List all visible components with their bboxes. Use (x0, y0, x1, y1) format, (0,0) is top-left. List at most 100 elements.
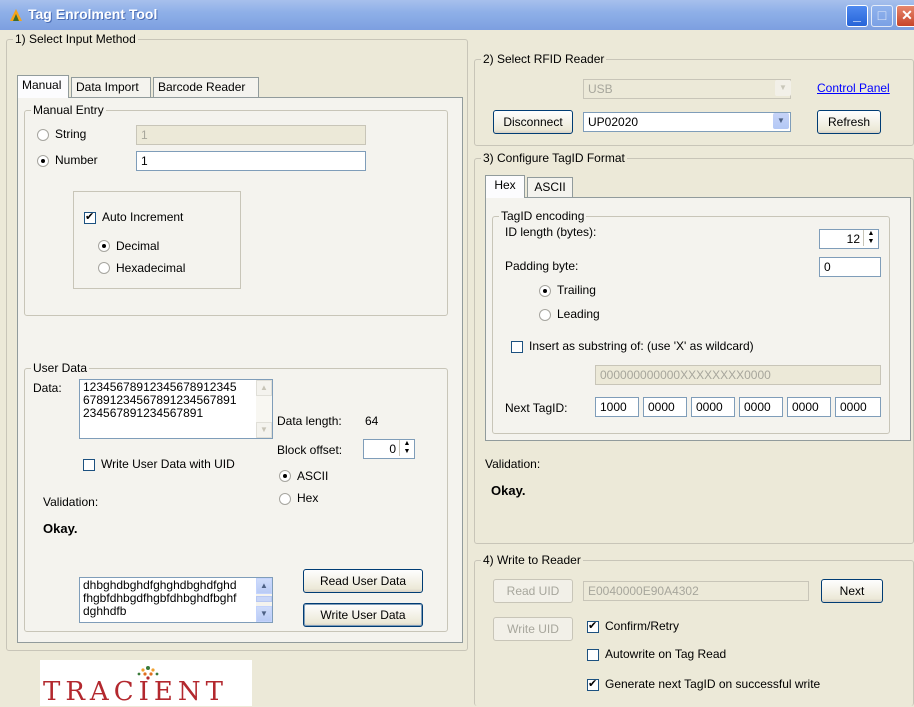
control-panel-link[interactable]: Control Panel (817, 81, 890, 95)
main-window: Tag Enrolment Tool _ □ ✕ 1) Select Input… (0, 0, 914, 707)
input-method-tabs: Manual Data Import Barcode Reader (17, 75, 457, 98)
auto-increment-checkbox[interactable] (84, 210, 96, 224)
number-label: Number (55, 153, 98, 167)
connection-type-select[interactable]: USB (583, 79, 791, 99)
decimal-radio[interactable] (98, 240, 110, 252)
string-label: String (55, 127, 87, 141)
user-data-textarea[interactable]: 12345678912345678912345 6789123456789123… (79, 379, 273, 439)
reader-select[interactable]: UP02020 (583, 112, 791, 132)
group-title: 2) Select RFID Reader (481, 52, 607, 66)
maximize-button[interactable]: □ (871, 5, 893, 27)
hex-label: Hex (297, 491, 319, 505)
autowrite-checkbox[interactable] (587, 649, 599, 661)
hexadecimal-radio[interactable] (98, 262, 110, 274)
next-button[interactable]: Next (821, 579, 883, 603)
manual-entry-group: Manual Entry String 1 Number 1 Auto Incr… (24, 103, 448, 316)
generate-next-checkbox[interactable] (587, 677, 599, 691)
id-length-label: ID length (bytes): (505, 225, 597, 239)
logo-text: TRACIENT (43, 677, 228, 707)
uid-display: E0040000E90A4302 (583, 581, 809, 601)
next-tagid-field[interactable]: 0000 (739, 397, 783, 417)
tab-barcode-reader[interactable]: Barcode Reader (153, 77, 259, 97)
tagid-encoding-group: TagID encoding ID length (bytes): 12 ▲ ▼ … (492, 209, 890, 434)
close-button[interactable]: ✕ (896, 5, 914, 27)
ascii-label: ASCII (297, 469, 329, 483)
minimize-icon: _ (853, 7, 861, 23)
chevron-down-icon[interactable]: ▼ (775, 80, 791, 96)
scroll-down-icon[interactable]: ▼ (256, 422, 272, 438)
padding-byte-label: Padding byte: (505, 259, 579, 273)
read-line: dghhdfb (83, 604, 127, 618)
substring-template-input[interactable]: 000000000000XXXXXXXX0000 (595, 365, 881, 385)
read-data-scrollbar[interactable]: ▲ ▼ (256, 578, 272, 622)
auto-increment-box: Auto Increment Decimal Hexadecimal (73, 191, 241, 289)
user-data-group: User Data Data: 12345678912345678912345 … (24, 361, 448, 632)
validation-label: Validation: (485, 457, 541, 471)
data-line: 234567891234567891 (83, 406, 204, 420)
spin-arrows-icon[interactable]: ▲ ▼ (863, 230, 878, 246)
spin-arrows-icon[interactable]: ▲ ▼ (399, 440, 414, 456)
data-length-value: 64 (365, 414, 379, 428)
scroll-up-icon[interactable]: ▲ (256, 380, 272, 396)
chevron-down-icon[interactable]: ▼ (773, 113, 789, 129)
next-tagid-field[interactable]: 1000 (595, 397, 639, 417)
select-input-method-group: 1) Select Input Method Manual Data Impor… (6, 32, 468, 651)
data-length-label: Data length: (277, 414, 342, 428)
group-title: 3) Configure TagID Format (481, 151, 627, 165)
write-to-reader-group: 4) Write to Reader Read UID E0040000E90A… (474, 553, 914, 706)
close-icon: ✕ (901, 7, 913, 23)
number-radio[interactable] (37, 155, 49, 167)
read-uid-button[interactable]: Read UID (493, 579, 573, 603)
read-user-data-button[interactable]: Read User Data (303, 569, 423, 593)
tagid-format-tabs: Hex ASCII (485, 175, 605, 198)
write-uid-button[interactable]: Write UID (493, 617, 573, 641)
group-title: TagID encoding (499, 209, 587, 223)
trailing-radio[interactable] (539, 285, 551, 297)
trailing-label: Trailing (557, 283, 596, 297)
string-radio[interactable] (37, 129, 49, 141)
decimal-label: Decimal (116, 239, 160, 253)
ascii-radio[interactable] (279, 470, 291, 482)
group-title: Manual Entry (31, 103, 106, 117)
number-input[interactable]: 1 (136, 151, 366, 171)
insert-substring-label: Insert as substring of: (use 'X' as wild… (529, 339, 754, 353)
data-label: Data: (33, 381, 62, 395)
leading-radio[interactable] (539, 309, 551, 321)
window-title: Tag Enrolment Tool (28, 6, 158, 22)
validation-value: Okay. (43, 521, 78, 536)
tab-hex[interactable]: Hex (485, 175, 525, 198)
next-tagid-field[interactable]: 0000 (787, 397, 831, 417)
minimize-button[interactable]: _ (846, 5, 868, 27)
tab-data-import[interactable]: Data Import (71, 77, 151, 97)
select-rfid-reader-group: 2) Select RFID Reader USB ▼ Control Pane… (474, 52, 914, 146)
tab-manual[interactable]: Manual (17, 75, 69, 98)
autowrite-label: Autowrite on Tag Read (605, 647, 727, 661)
group-title: 1) Select Input Method (13, 32, 138, 46)
disconnect-button[interactable]: Disconnect (493, 110, 573, 134)
write-user-data-button[interactable]: Write User Data (303, 603, 423, 627)
read-data-textarea[interactable]: dhbghdbghdfghghdbghdfghd fhgbfdhbgdfhgbf… (79, 577, 273, 623)
next-tagid-label: Next TagID: (505, 401, 568, 415)
maximize-icon: □ (877, 7, 887, 23)
next-tagid-field[interactable]: 0000 (835, 397, 881, 417)
next-tagid-field[interactable]: 0000 (643, 397, 687, 417)
data-scrollbar[interactable]: ▲ ▼ (256, 380, 272, 438)
refresh-button[interactable]: Refresh (817, 110, 881, 134)
confirm-retry-checkbox[interactable] (587, 619, 599, 633)
next-tagid-field[interactable]: 0000 (691, 397, 735, 417)
string-input[interactable]: 1 (136, 125, 366, 145)
insert-substring-checkbox[interactable] (511, 341, 523, 353)
tab-ascii[interactable]: ASCII (527, 177, 573, 197)
title-bar[interactable]: Tag Enrolment Tool _ □ ✕ (0, 0, 914, 30)
configure-tagid-group: 3) Configure TagID Format Hex ASCII TagI… (474, 151, 914, 544)
write-with-uid-checkbox[interactable] (83, 459, 95, 471)
padding-byte-input[interactable]: 0 (819, 257, 881, 277)
scroll-thumb[interactable] (256, 596, 272, 602)
hexadecimal-label: Hexadecimal (116, 261, 186, 275)
scroll-down-icon[interactable]: ▼ (256, 606, 272, 622)
auto-increment-label: Auto Increment (102, 210, 184, 224)
hex-radio[interactable] (279, 493, 291, 505)
tracient-logo: TRACIENT (40, 660, 252, 707)
validation-label: Validation: (43, 495, 99, 509)
scroll-up-icon[interactable]: ▲ (256, 578, 272, 594)
